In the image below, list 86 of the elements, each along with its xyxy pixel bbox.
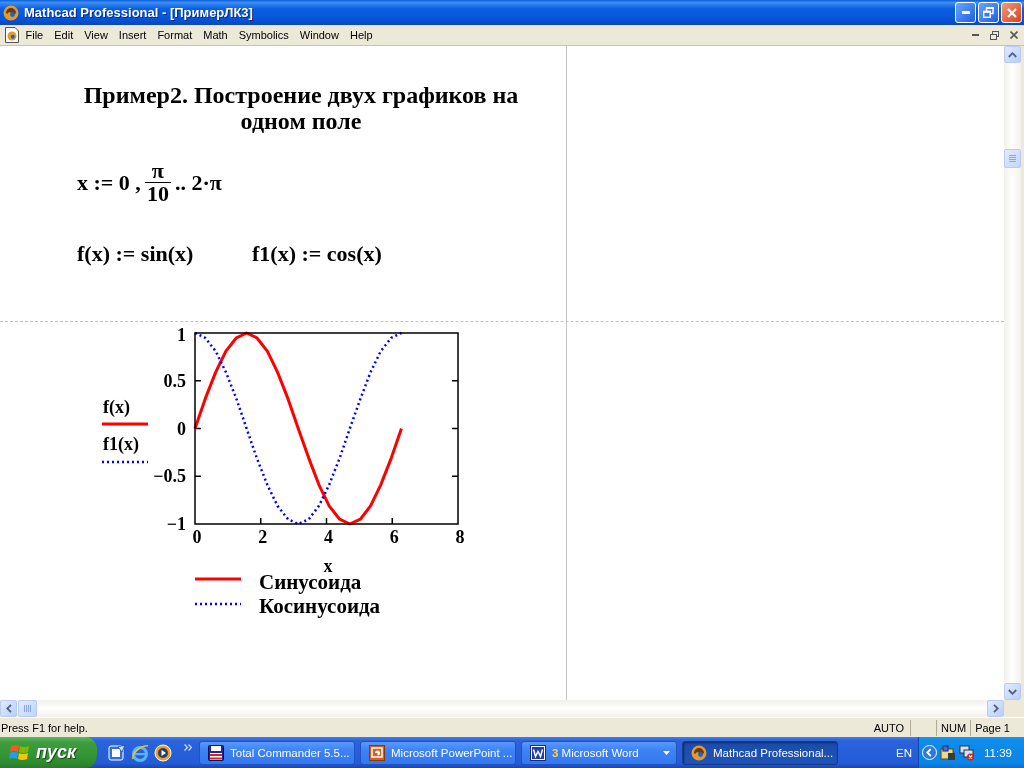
taskbar-button[interactable]: Mathcad Professional... — [682, 740, 838, 765]
scroll-thumb[interactable] — [18, 700, 37, 717]
menu-item[interactable]: Help — [344, 27, 379, 43]
chevron-down-icon — [1008, 688, 1017, 695]
menu-item[interactable]: File — [20, 27, 49, 43]
close-button[interactable] — [1001, 2, 1022, 23]
scroll-right-button[interactable] — [987, 700, 1004, 717]
scroll-up-button[interactable] — [1004, 46, 1021, 63]
status-panel: Page 1 — [970, 719, 1014, 736]
chevron-right-icon — [992, 704, 999, 713]
quick-launch-button[interactable] — [108, 743, 126, 762]
browser-icon — [131, 743, 149, 762]
slide-icon — [369, 744, 385, 761]
quick-launch-button[interactable] — [154, 743, 172, 762]
menu-item[interactable]: View — [78, 27, 114, 43]
chevron-left-icon — [5, 704, 12, 713]
worksheet-heading: Пример2. Построение двух графиков на одном поле — [82, 82, 520, 134]
fraction-denominator: 10 — [145, 183, 170, 205]
floppy-icon — [208, 744, 224, 761]
menu-item[interactable]: Window — [294, 27, 345, 43]
x-tick-label: 0 — [192, 527, 202, 547]
x-tick-label: 2 — [258, 527, 268, 547]
flag-icon — [9, 742, 31, 763]
y-tick-label: 1 — [177, 325, 186, 345]
restore-icon — [983, 7, 994, 18]
menu-item[interactable]: Edit — [48, 27, 79, 43]
y-tick-label: −0.5 — [153, 466, 186, 487]
x-axis-label: x — [323, 556, 333, 576]
minimize-icon — [961, 11, 970, 14]
w-tile-icon — [530, 744, 546, 761]
formula-text: .. 2·π — [174, 171, 222, 194]
logo-icon — [691, 744, 707, 761]
trace-sample-line — [102, 460, 148, 464]
window-title: Mathcad Professional - [ПримерЛК3] — [24, 5, 254, 20]
page-icon — [108, 743, 126, 762]
taskbar-button[interactable]: Microsoft PowerPoint ... — [360, 740, 516, 765]
formula-text: x := 0 , — [77, 171, 141, 194]
status-panel: NUM — [936, 719, 971, 736]
caret-icon — [663, 750, 670, 755]
y-tick-label: 0 — [177, 418, 186, 439]
menu-item[interactable]: Insert — [113, 27, 152, 43]
chevron-up-icon — [1008, 51, 1017, 58]
scroll-thumb[interactable] — [1004, 149, 1021, 168]
clock: 11:39 — [984, 746, 1012, 759]
trace-sample-line — [102, 422, 148, 426]
horizontal-scrollbar[interactable] — [0, 700, 1004, 717]
function-definition: f(x) := sin(x) — [77, 242, 195, 266]
grip-icon — [1009, 155, 1016, 162]
restore-icon — [990, 30, 999, 40]
menu-item[interactable]: Math — [197, 27, 234, 43]
minimize-button[interactable] — [955, 2, 976, 23]
y-axis-label: f1(x) — [103, 434, 139, 454]
start-button[interactable]: пуск — [0, 737, 97, 768]
x-tick-label: 8 — [455, 527, 465, 547]
close-icon — [1006, 7, 1017, 18]
vertical-scrollbar[interactable] — [1004, 46, 1021, 700]
y-axis-label: f(x) — [103, 397, 130, 417]
scroll-left-button[interactable] — [0, 700, 17, 717]
status-panel: AUTO — [869, 719, 912, 736]
status-message: Press F1 for help. — [0, 721, 89, 734]
logo-icon — [3, 4, 19, 21]
x-tick-label: 4 — [324, 527, 333, 547]
legend-line — [195, 602, 241, 606]
double-chevron-icon[interactable] — [184, 744, 192, 751]
menu-item[interactable]: Format — [151, 27, 198, 43]
language-indicator[interactable]: EN — [896, 746, 913, 759]
x-tick-label: 6 — [389, 527, 399, 547]
close-icon — [1009, 31, 1018, 39]
restore-button[interactable] — [978, 2, 999, 23]
y-tick-label: 0.5 — [163, 370, 186, 391]
legend-label: Косинусоида — [259, 594, 381, 618]
taskbar-button[interactable]: 3 Microsoft Word — [521, 740, 677, 765]
minimize-icon — [972, 34, 979, 36]
legend-line — [195, 577, 241, 581]
scroll-down-button[interactable] — [1004, 683, 1021, 700]
chevron-left-icon[interactable] — [922, 745, 938, 760]
y-tick-label: −1 — [166, 514, 186, 534]
computer-x-icon[interactable] — [959, 744, 976, 761]
menu-item[interactable]: Symbolics — [233, 27, 295, 43]
taskbar-button[interactable]: Total Commander 5.5... — [199, 740, 355, 765]
function-definition: f1(x) := cos(x) — [252, 242, 382, 266]
folder-icon[interactable] — [940, 744, 957, 761]
fraction-numerator: π — [150, 160, 165, 182]
document-icon[interactable] — [4, 27, 20, 43]
grip-icon — [24, 705, 31, 712]
play-icon — [154, 743, 172, 762]
